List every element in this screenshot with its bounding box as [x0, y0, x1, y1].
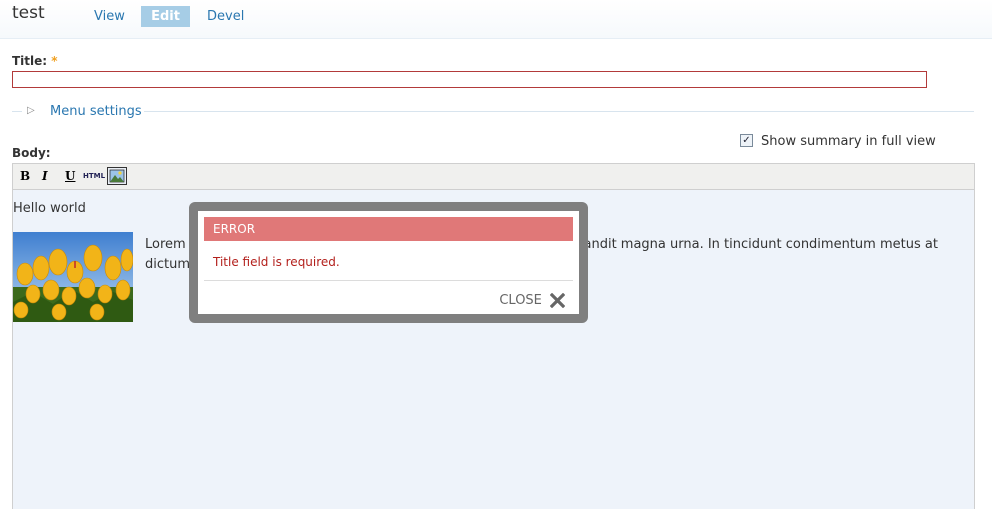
- tab-devel[interactable]: Devel: [197, 6, 254, 27]
- show-summary-checkbox[interactable]: ✓: [740, 134, 753, 147]
- header-bar: test View Edit Devel: [0, 0, 992, 39]
- page-title: test: [12, 3, 45, 23]
- required-marker: *: [51, 54, 58, 68]
- bold-button[interactable]: B: [20, 169, 30, 183]
- close-button[interactable]: CLOSE: [499, 290, 565, 308]
- tab-edit[interactable]: Edit: [141, 6, 190, 27]
- menu-settings-link[interactable]: Menu settings: [50, 104, 142, 119]
- tulips-image: [13, 232, 133, 322]
- show-summary-label[interactable]: Show summary in full view: [761, 134, 936, 149]
- editor-toolbar: B I U HTML: [13, 164, 974, 190]
- fieldset-divider-left: [12, 111, 22, 112]
- underline-button[interactable]: U: [65, 169, 75, 183]
- title-label-text: Title:: [12, 54, 48, 68]
- body-field-label: Body:: [12, 146, 51, 160]
- error-dialog-overlay: ERROR Title field is required. CLOSE: [189, 202, 588, 323]
- dialog-divider: [204, 280, 573, 281]
- error-message: Title field is required.: [213, 255, 340, 269]
- italic-button[interactable]: I: [42, 169, 48, 183]
- content-hello-text: Hello world: [13, 201, 86, 216]
- expand-arrow-icon[interactable]: ▷: [27, 105, 35, 116]
- error-dialog: ERROR Title field is required. CLOSE: [198, 211, 579, 314]
- close-label: CLOSE: [499, 293, 542, 308]
- title-field-label: Title: *: [12, 54, 58, 68]
- tab-view[interactable]: View: [84, 6, 135, 27]
- close-icon: [550, 293, 565, 308]
- html-source-button[interactable]: HTML: [83, 172, 105, 180]
- image-icon[interactable]: [107, 167, 127, 188]
- title-input[interactable]: [12, 71, 927, 88]
- fieldset-divider-right: [144, 111, 974, 112]
- dialog-title: ERROR: [204, 217, 573, 241]
